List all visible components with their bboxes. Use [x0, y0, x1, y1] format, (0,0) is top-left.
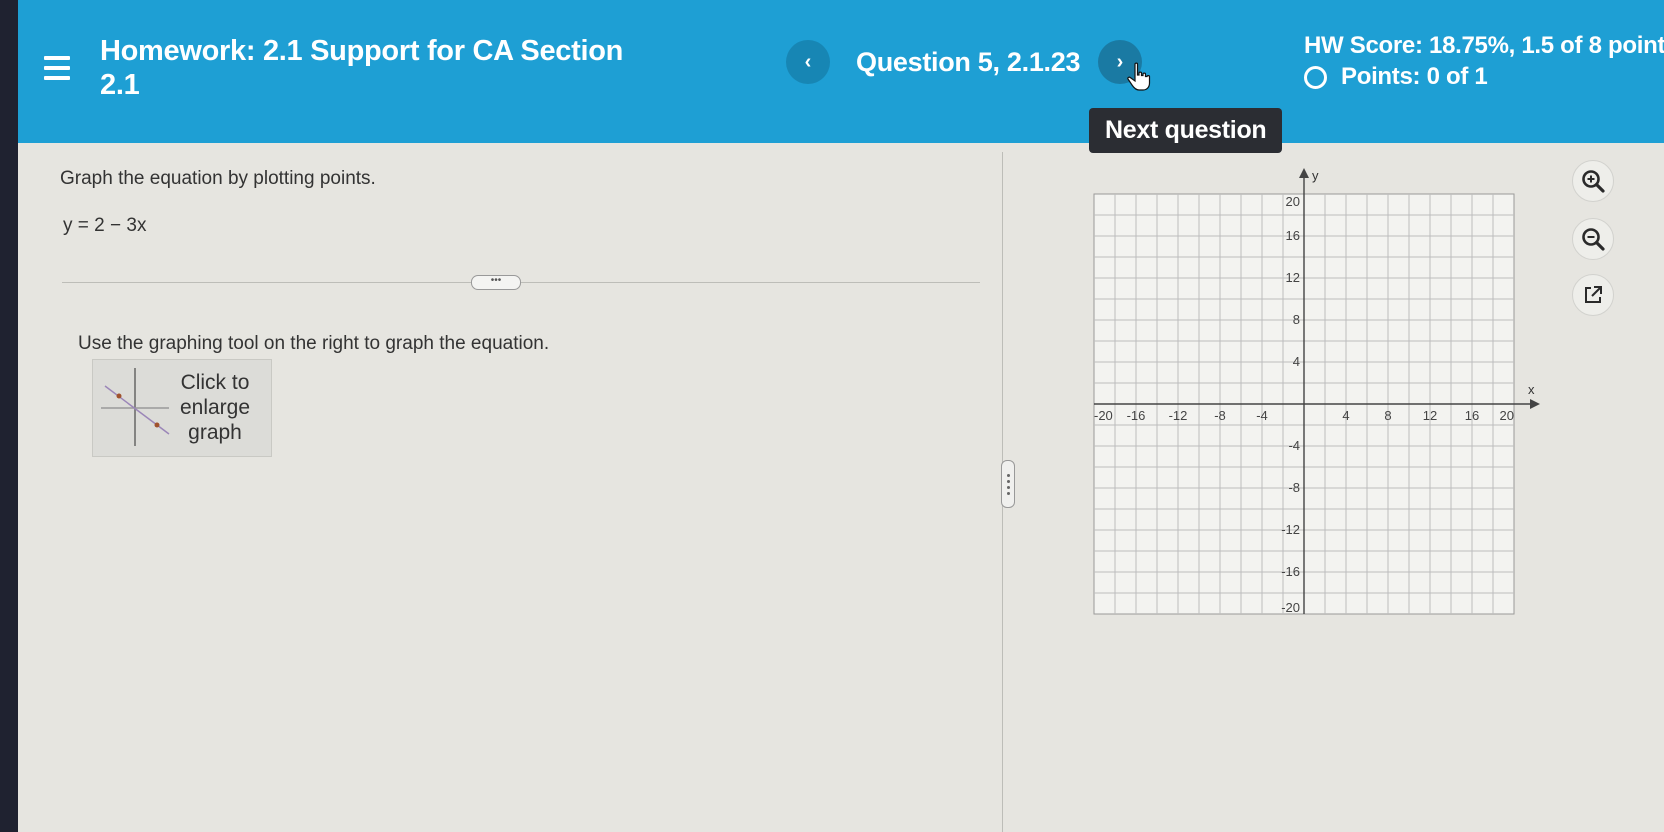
x-tick-label: -16: [1127, 408, 1146, 423]
x-axis-arrow: [1530, 399, 1540, 409]
header-bar: Homework: 2.1 Support for CA Section 2.1…: [18, 0, 1664, 153]
x-tick-label: 8: [1384, 408, 1391, 423]
expand-handle[interactable]: •••: [471, 275, 521, 290]
screen: Homework: 2.1 Support for CA Section 2.1…: [18, 0, 1664, 832]
zoom-out-icon: [1582, 228, 1605, 251]
pane-resize-handle[interactable]: [1001, 460, 1015, 508]
zoom-in-icon: [1582, 170, 1605, 193]
x-axis-label: x: [1528, 382, 1535, 397]
y-tick-label: -8: [1288, 480, 1300, 495]
y-tick-label: 12: [1286, 270, 1300, 285]
next-question-tooltip: Next question: [1089, 108, 1283, 153]
y-tick-label: -20: [1281, 600, 1300, 615]
enlarge-graph-thumbnail[interactable]: Click to enlarge graph: [92, 359, 272, 457]
menu-icon[interactable]: [44, 56, 70, 82]
graph-thumbnail-icon: [101, 368, 170, 446]
hand-cursor-icon: [1127, 62, 1151, 91]
homework-title: Homework: 2.1 Support for CA Section 2.1: [100, 35, 624, 101]
y-tick-label: 8: [1293, 312, 1300, 327]
y-axis-label: y: [1312, 168, 1319, 183]
points-label: Points: 0 of 1: [1341, 63, 1488, 90]
previous-question-button[interactable]: ‹: [786, 40, 830, 84]
zoom-in-button[interactable]: [1572, 160, 1614, 202]
x-tick-label: 12: [1423, 408, 1437, 423]
zoom-out-button[interactable]: [1572, 218, 1614, 260]
question-prompt: Graph the equation by plotting points.: [60, 168, 376, 189]
x-tick-label: -4: [1256, 408, 1268, 423]
graphing-tool[interactable]: x y -20 -16 -12 -8 -4 4 8 12 16 20 20 16 12 8 4 -4 -8 -12 -…: [1058, 160, 1558, 650]
y-tick-label: -4: [1288, 438, 1300, 453]
hw-score: HW Score: 18.75%, 1.5 of 8 points: [1304, 32, 1664, 59]
equation: y = 2 − 3x: [63, 215, 147, 236]
x-tick-label: -20: [1094, 408, 1113, 423]
x-tick-label: 4: [1342, 408, 1349, 423]
enlarge-graph-label: Click to enlarge graph: [179, 371, 251, 444]
section-divider: [62, 282, 980, 283]
y-tick-label: -12: [1281, 522, 1300, 537]
y-tick-label: -16: [1281, 564, 1300, 579]
popout-icon: [1585, 286, 1602, 303]
y-tick-label: 4: [1293, 354, 1300, 369]
x-tick-label: -8: [1214, 408, 1226, 423]
popout-button[interactable]: [1572, 274, 1614, 316]
question-label: Question 5, 2.1.23: [856, 47, 1081, 77]
graph-instruction: Use the graphing tool on the right to gr…: [78, 333, 550, 354]
y-tick-label: 20: [1286, 194, 1300, 209]
x-tick-label: -12: [1169, 408, 1188, 423]
x-tick-label: 20: [1500, 408, 1514, 423]
y-tick-label: 16: [1286, 228, 1300, 243]
x-tick-label: 16: [1465, 408, 1479, 423]
question-pane: Graph the equation by plotting points. y…: [18, 143, 1000, 832]
unanswered-circle-icon: [1304, 65, 1327, 89]
y-axis-arrow: [1299, 168, 1309, 178]
points-status: Points: 0 of 1: [1304, 63, 1488, 91]
